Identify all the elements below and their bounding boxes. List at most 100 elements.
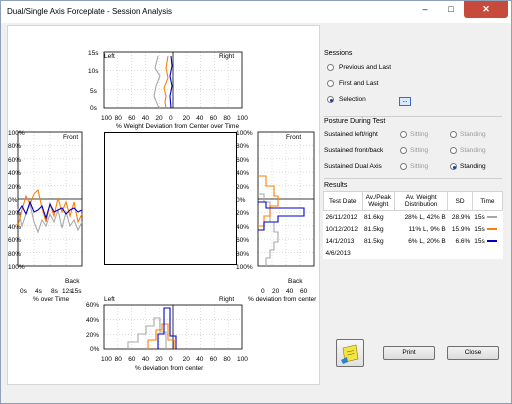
cell-time: 15s <box>472 235 502 247</box>
minimize-icon[interactable]: – <box>412 1 438 18</box>
top-chart-xtick: 0 <box>169 115 173 122</box>
radio-lr-sitting[interactable] <box>400 131 407 138</box>
left-chart-ytick: 100% <box>8 130 25 137</box>
left-chart-ytick: 20% <box>8 183 22 191</box>
bottom-chart-xtick: 40 <box>141 356 150 363</box>
bottom-chart-xtick: 60 <box>128 356 136 363</box>
maximize-icon[interactable]: □ <box>438 1 464 18</box>
cell-distribution: 28% L, 42% B <box>404 213 446 221</box>
radio-label: Sitting <box>410 163 429 170</box>
cell-weight: 81.6kg <box>364 213 384 221</box>
right-chart-ytick: 100% <box>236 130 253 137</box>
app-window: Dual/Single Axis Forceplate - Session An… <box>0 0 512 404</box>
right-chart-ytick: 0% <box>236 197 246 204</box>
right-chart-ytick: 20% <box>236 183 250 191</box>
table-row[interactable]: 4/6/2013 <box>324 247 503 259</box>
cell-weight <box>362 247 395 259</box>
left-chart-ytick: 60% <box>8 237 22 245</box>
radio-fb-standing[interactable] <box>450 147 457 154</box>
divider <box>324 178 502 179</box>
cell-test-date: 10/12/2012 <box>325 225 359 233</box>
notes-button[interactable] <box>336 339 364 367</box>
cell-time: 15s <box>472 211 502 224</box>
right-chart-ytick: 80% <box>236 250 250 258</box>
right-chart-ytick: 60% <box>236 237 250 245</box>
right-chart-ytick: 20% <box>236 210 250 218</box>
bottom-chart-caption: % deviation from center <box>135 365 204 372</box>
posture-row-label: Sustained Dual Axis <box>324 163 382 170</box>
bottom-chart-label-right: Right <box>219 296 235 303</box>
divider <box>324 116 502 117</box>
radio-first-and-last[interactable] <box>327 80 334 87</box>
print-button[interactable]: Print <box>383 346 435 360</box>
bottom-chart-ytick: 40% <box>86 317 100 324</box>
client-area: Left Right 15s 10s 5s 0s 100 80 60 40 20 0 20 4… <box>6 24 506 400</box>
results-table: Test Date Av./Peak Weight Av. Weight Dis… <box>323 191 504 259</box>
left-chart-ytick: 100% <box>8 264 25 271</box>
right-chart-histogram-2 <box>258 175 279 227</box>
top-chart-xtick: 40 <box>196 115 204 122</box>
select-sessions-button[interactable]: ... <box>399 97 411 106</box>
left-chart-ytick: 40% <box>8 170 22 178</box>
col-weight[interactable]: Av./Peak Weight <box>361 191 396 211</box>
left-chart-label-front: Front <box>63 134 79 141</box>
cell-distribution: 6% L, 20% B <box>408 237 446 245</box>
cell-time <box>472 247 502 259</box>
bottom-chart-xtick: 40 <box>196 356 204 363</box>
radio-label: Sitting <box>410 131 429 138</box>
bottom-chart-ytick: 60% <box>86 302 100 309</box>
radio-previous-and-last[interactable] <box>327 64 334 71</box>
bottom-chart-xtick: 60 <box>209 356 218 363</box>
left-chart-ytick: 80% <box>8 143 22 151</box>
top-chart-label-right: Right <box>219 53 235 60</box>
results-heading: Results <box>324 182 348 189</box>
col-time[interactable]: Time <box>471 191 504 211</box>
cell-test-date: 14/1/2013 <box>325 237 355 245</box>
title-bar: Dual/Single Axis Forceplate - Session An… <box>1 1 511 23</box>
top-chart-xtick: 20 <box>182 115 190 122</box>
radio-selection[interactable] <box>327 96 334 103</box>
bottom-chart-ytick: 20% <box>86 332 100 339</box>
right-chart-ytick: 40% <box>236 170 250 178</box>
radio-dual-sitting[interactable] <box>400 163 407 170</box>
table-row[interactable]: 14/1/2013 81.5kg 6% L, 20% B 6.6% 15s <box>324 235 503 247</box>
radio-dual-standing[interactable] <box>450 163 457 170</box>
radio-lr-standing[interactable] <box>450 131 457 138</box>
top-chart-series-2 <box>163 55 169 109</box>
left-chart-xtick: 8s <box>51 288 58 295</box>
right-chart-ytick: 40% <box>236 223 250 231</box>
series-swatch <box>486 227 497 230</box>
top-chart-ytick: 15s <box>88 50 99 57</box>
col-sd[interactable]: SD <box>447 191 473 211</box>
right-chart-caption: % deviation from center <box>248 296 317 303</box>
left-chart-ytick: 40% <box>8 223 22 231</box>
cell-test-date: 4/6/2013 <box>325 249 351 257</box>
posture-row-label: Sustained front/back <box>324 147 384 154</box>
top-chart-caption: % Weight Deviation from Center over Time <box>116 123 240 130</box>
series-swatch <box>486 239 497 242</box>
left-chart-caption: % over Time <box>33 296 70 303</box>
cell-sd: 15.9% <box>451 225 471 233</box>
radio-fb-sitting[interactable] <box>400 147 407 154</box>
col-distribution[interactable]: Av. Weight Distribution <box>394 191 449 211</box>
cop-trace-plot <box>104 132 237 265</box>
table-row[interactable]: 26/11/2012 81.6kg 28% L, 42% B 28.9% 15s <box>324 211 503 224</box>
top-chart-ytick: 5s <box>90 88 97 95</box>
sticky-note-icon <box>341 344 359 364</box>
top-chart-xtick: 40 <box>141 115 150 122</box>
close-button[interactable]: Close <box>447 346 499 360</box>
top-chart-xtick: 100 <box>237 115 248 122</box>
right-chart-xtick: 20 <box>272 288 280 295</box>
cell-sd <box>448 247 473 259</box>
top-chart-label-left: Left <box>104 53 115 60</box>
left-chart-ytick: 60% <box>8 156 22 164</box>
col-test-date[interactable]: Test Date <box>323 191 363 211</box>
left-chart-ytick: 80% <box>8 250 22 258</box>
top-chart-xtick: 60 <box>128 115 136 122</box>
close-icon[interactable]: ✕ <box>464 1 508 18</box>
left-chart-xtick: 4s <box>35 288 42 295</box>
table-row[interactable]: 10/12/2012 81.5kg 11% L, 9% B 15.9% 15s <box>324 223 503 235</box>
window-title: Dual/Single Axis Forceplate - Session An… <box>7 7 172 16</box>
bottom-chart-xtick: 100 <box>237 356 248 363</box>
right-chart-label-front: Front <box>286 134 302 141</box>
